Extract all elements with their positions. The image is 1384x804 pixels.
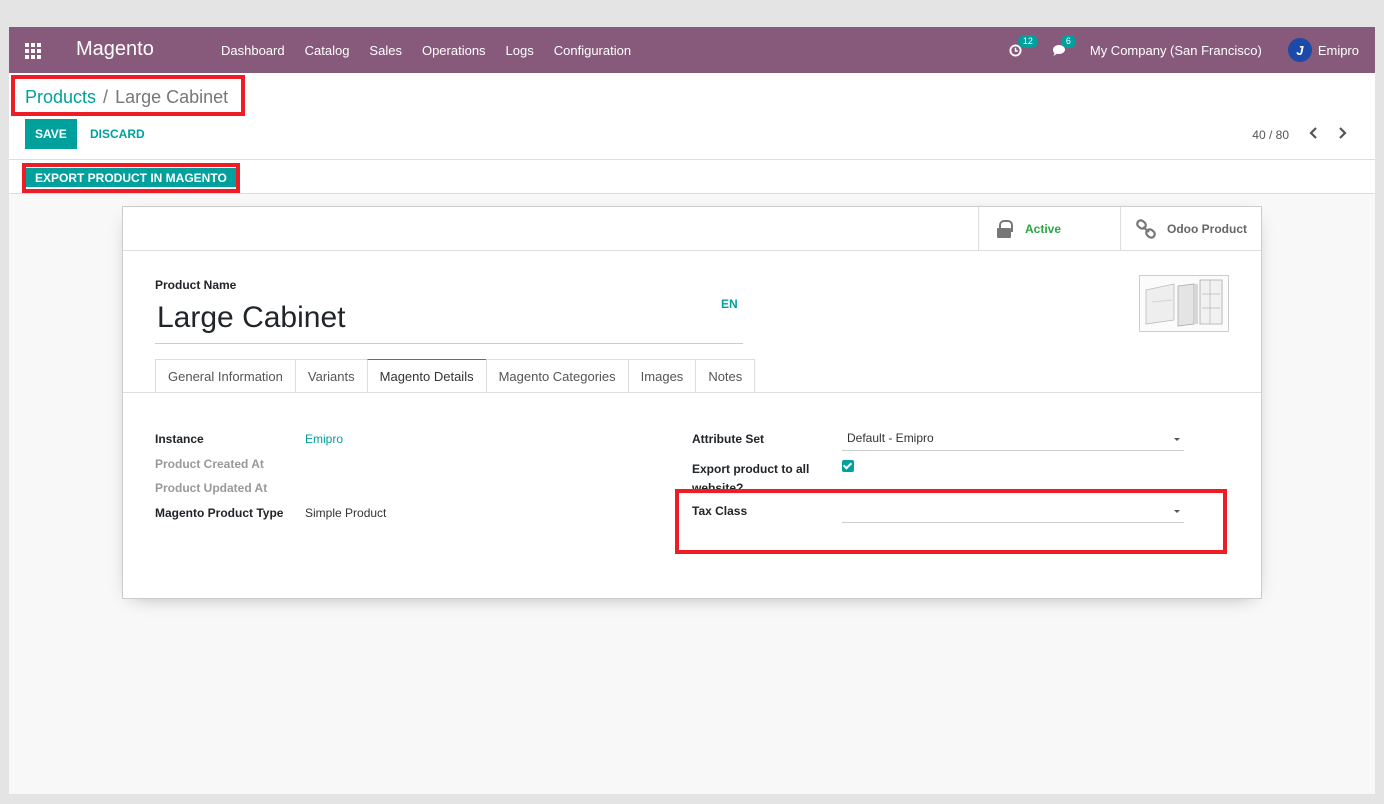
export-to-all-websites-label-line2: website? — [692, 481, 744, 495]
message-count-badge: 6 — [1060, 34, 1076, 48]
odoo-product-button[interactable]: Odoo Product — [1120, 207, 1261, 251]
top-navbar: Magento Dashboard Catalog Sales Operatio… — [9, 27, 1375, 73]
product-name-field[interactable]: Large Cabinet — [155, 300, 743, 344]
export-to-all-websites-checkbox[interactable] — [842, 460, 854, 472]
caret-down-icon — [1174, 438, 1180, 441]
form-sheet: Active Odoo Product Product Name Large C… — [122, 206, 1262, 599]
pager-value[interactable]: 40 / 80 — [1252, 128, 1289, 142]
chevron-left-icon — [1309, 127, 1317, 139]
breadcrumb-products[interactable]: Products — [25, 87, 96, 108]
tab-notes[interactable]: Notes — [695, 359, 756, 393]
product-updated-at-label: Product Updated At — [155, 481, 268, 495]
tab-images[interactable]: Images — [627, 359, 696, 393]
attribute-set-value: Default - Emipro — [847, 431, 934, 445]
menu-operations[interactable]: Operations — [412, 43, 496, 58]
user-menu[interactable]: J Emipro — [1287, 38, 1359, 62]
tax-class-label: Tax Class — [692, 504, 748, 518]
lock-icon — [997, 220, 1013, 238]
menu-configuration[interactable]: Configuration — [544, 43, 641, 58]
control-panel: Products / Large Cabinet SAVE DISCARD 40… — [9, 73, 1375, 160]
tab-magento-categories[interactable]: Magento Categories — [485, 359, 628, 393]
active-toggle-button[interactable]: Active — [978, 207, 1120, 251]
attribute-set-select[interactable]: Default - Emipro — [842, 431, 1184, 451]
activity-menu[interactable]: 12 — [1009, 34, 1038, 57]
breadcrumb: Products / Large Cabinet — [25, 87, 228, 108]
smart-button-box: Active Odoo Product — [123, 207, 1261, 251]
pager-next-button[interactable] — [1331, 126, 1353, 144]
activity-count-badge: 12 — [1017, 34, 1038, 48]
product-image[interactable] — [1139, 275, 1229, 332]
export-to-all-websites-label-line1: Export product to all — [692, 462, 810, 476]
app-frame: Magento Dashboard Catalog Sales Operatio… — [9, 27, 1375, 794]
form-statusbar: EXPORT PRODUCT IN MAGENTO — [9, 160, 1375, 194]
pager-previous-button[interactable] — [1303, 126, 1325, 144]
export-to-all-websites-label: Export product to all website? — [692, 460, 809, 498]
breadcrumb-current: Large Cabinet — [115, 87, 229, 107]
menu-logs[interactable]: Logs — [496, 43, 544, 58]
breadcrumb-separator: / — [103, 87, 109, 107]
magento-product-type-label: Magento Product Type — [155, 506, 284, 520]
apps-menu-icon[interactable] — [25, 43, 41, 59]
avatar: J — [1287, 38, 1312, 62]
pager: 40 / 80 — [1252, 126, 1353, 144]
company-switcher[interactable]: My Company (San Francisco) — [1090, 43, 1262, 58]
instance-link[interactable]: Emipro — [305, 432, 343, 446]
systray: 12 6 My Company (San Francisco) J Emipro — [1009, 27, 1375, 73]
menu-dashboard[interactable]: Dashboard — [211, 43, 295, 58]
export-product-button[interactable]: EXPORT PRODUCT IN MAGENTO — [25, 168, 237, 187]
product-name-label: Product Name — [155, 278, 237, 292]
caret-down-icon — [1174, 510, 1180, 513]
odoo-product-label: Odoo Product — [1167, 222, 1247, 236]
notebook-tabs: General Information Variants Magento Det… — [155, 359, 756, 393]
active-label: Active — [1025, 222, 1062, 236]
tab-divider — [123, 392, 1261, 393]
tab-variants[interactable]: Variants — [294, 359, 367, 393]
app-brand[interactable]: Magento — [76, 38, 154, 61]
attribute-set-label: Attribute Set — [692, 432, 764, 446]
main-menu: Dashboard Catalog Sales Operations Logs … — [211, 27, 641, 73]
save-button[interactable]: SAVE — [25, 119, 77, 149]
instance-label: Instance — [155, 432, 204, 446]
messaging-menu[interactable]: 6 — [1052, 34, 1076, 57]
menu-sales[interactable]: Sales — [359, 43, 412, 58]
chevron-right-icon — [1339, 127, 1347, 139]
product-created-at-label: Product Created At — [155, 457, 264, 471]
user-name: Emipro — [1317, 42, 1359, 58]
tab-general-information[interactable]: General Information — [155, 359, 295, 393]
cabinet-image — [1140, 276, 1228, 331]
tax-class-select[interactable] — [842, 503, 1184, 523]
discard-button[interactable]: DISCARD — [81, 119, 154, 149]
translate-language-button[interactable]: EN — [721, 297, 738, 311]
tab-magento-details[interactable]: Magento Details — [366, 359, 486, 393]
magento-product-type-value: Simple Product — [305, 506, 387, 520]
menu-catalog[interactable]: Catalog — [295, 43, 360, 58]
link-icon — [1136, 219, 1156, 239]
